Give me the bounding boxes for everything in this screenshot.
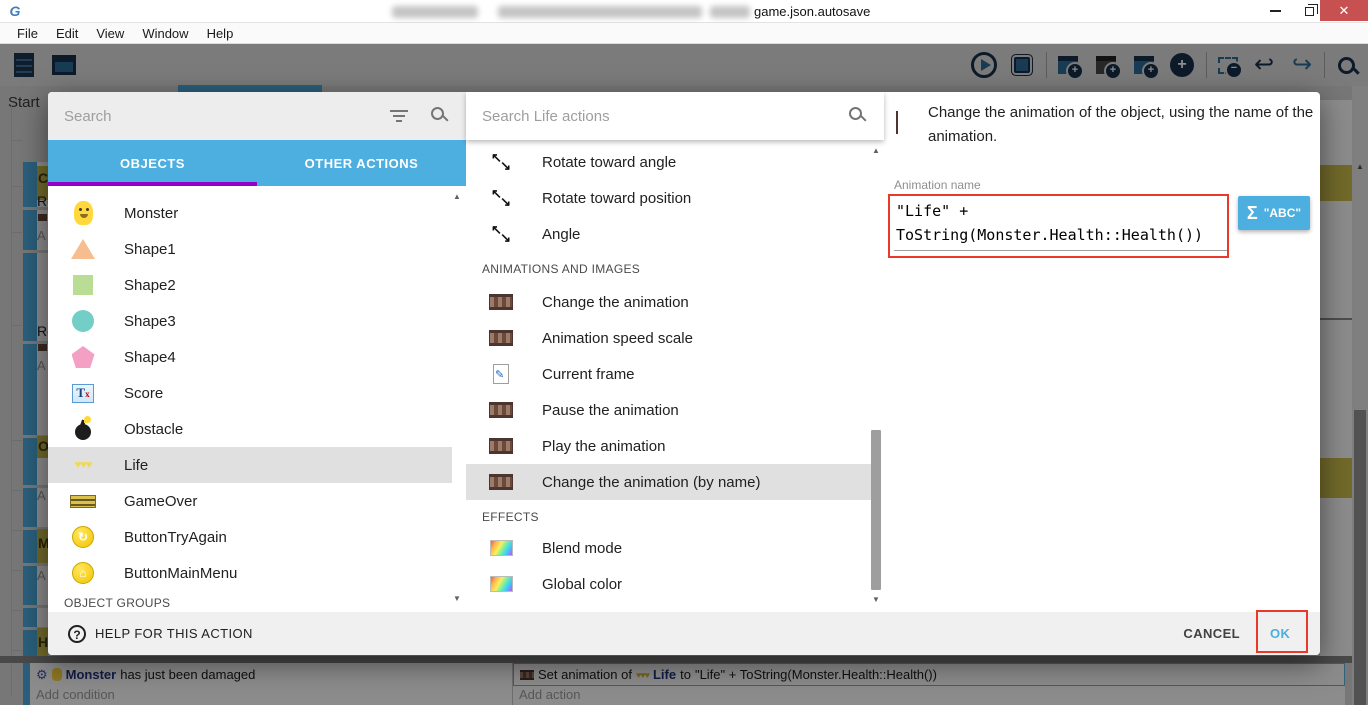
action-item-play-the-animation[interactable]: Play the animation (466, 428, 871, 464)
menu-bar: File Edit View Window Help (0, 23, 1368, 44)
action-item-global-color[interactable]: Global color (466, 566, 871, 602)
redacted-title-segment (392, 6, 478, 18)
object-item-gameover[interactable]: GameOver (48, 483, 452, 519)
search-icon (431, 107, 444, 120)
bomb-icon (75, 416, 91, 440)
banner-icon (70, 494, 96, 508)
gdevelop-window: G game.json.autosave ✕ File Edit View Wi… (0, 0, 1368, 705)
window-title: game.json.autosave (754, 4, 871, 19)
section-animations-and-images: ANIMATIONS AND IMAGES (482, 262, 641, 276)
triangle-icon (71, 239, 95, 259)
object-item-shape2[interactable]: Shape2 (48, 267, 452, 303)
action-description: Change the animation of the object, usin… (928, 104, 1314, 145)
frame-icon (493, 364, 509, 384)
object-item-shape4[interactable]: Shape4 (48, 339, 452, 375)
menu-view[interactable]: View (87, 26, 133, 41)
scroll-up-icon[interactable]: ▲ (869, 146, 883, 155)
pentagon-icon (71, 346, 95, 368)
action-item-pause-the-animation[interactable]: Pause the animation (466, 392, 871, 428)
square-icon (73, 275, 93, 295)
monster-icon (73, 201, 93, 225)
restore-icon (1304, 4, 1318, 16)
search-icon (849, 107, 862, 120)
tab-other-actions[interactable]: OTHER ACTIONS (257, 140, 466, 186)
action-search-bar (466, 92, 884, 140)
object-tabs: OBJECTS OTHER ACTIONS (48, 140, 466, 186)
cancel-button[interactable]: CANCEL (1183, 612, 1240, 655)
menu-file[interactable]: File (8, 26, 47, 41)
dialog-footer: ? HELP FOR THIS ACTION CANCEL OK (48, 612, 1320, 655)
expression-editor-button[interactable]: Σ "ABC" (1238, 196, 1310, 230)
film-icon (489, 474, 513, 490)
animation-name-value-line1[interactable]: "Life" + (896, 202, 968, 220)
rotate-icon: ↖ ↘ (491, 150, 511, 173)
action-item-blend-mode[interactable]: Blend mode (466, 530, 871, 566)
film-icon (896, 111, 898, 134)
rotate-icon: ↖ ↘ (491, 186, 511, 209)
scroll-up-icon[interactable]: ▲ (450, 192, 464, 201)
redacted-title-segment (498, 6, 702, 18)
object-item-life[interactable]: ♥♥♥ Life (48, 447, 452, 483)
minimize-button[interactable] (1258, 0, 1292, 21)
action-item-current-frame[interactable]: Current frame (466, 356, 871, 392)
scrollbar-thumb[interactable] (871, 430, 881, 590)
filter-icon[interactable] (390, 110, 408, 122)
field-underline (894, 250, 1227, 251)
section-effects: EFFECTS (482, 510, 539, 524)
object-search-input[interactable] (64, 104, 364, 128)
action-search-input[interactable] (482, 104, 782, 128)
sigma-icon: Σ (1246, 202, 1258, 223)
film-icon (489, 330, 513, 346)
object-item-obstacle[interactable]: Obstacle (48, 411, 452, 447)
help-icon: ? (68, 624, 86, 643)
rainbow-icon (489, 576, 513, 592)
animation-name-value-line2[interactable]: ToString(Monster.Health::Health()) (896, 226, 1203, 244)
rainbow-icon (489, 540, 513, 556)
object-search-bar (48, 92, 466, 140)
action-item-change-the-animation[interactable]: Change the animation (466, 284, 871, 320)
object-item-shape1[interactable]: Shape1 (48, 231, 452, 267)
film-icon (489, 438, 513, 454)
object-groups-header: OBJECT GROUPS (64, 596, 171, 610)
action-item-angle[interactable]: ↖ ↘ Angle (466, 216, 871, 252)
ok-button[interactable]: OK (1270, 612, 1290, 655)
title-bar: G game.json.autosave ✕ (0, 0, 1368, 23)
rotate-icon: ↖ ↘ (491, 222, 511, 245)
menu-help[interactable]: Help (198, 26, 243, 41)
action-editor-dialog: OBJECTS OTHER ACTIONS Monster Shape1 Sha… (48, 92, 1320, 655)
retry-button-icon: ↻ (72, 526, 94, 548)
action-item-animation-speed-scale[interactable]: Animation speed scale (466, 320, 871, 356)
close-button[interactable]: ✕ (1320, 0, 1368, 21)
scroll-down-icon[interactable]: ▼ (869, 595, 883, 604)
text-object-icon: Tx (72, 383, 94, 403)
film-icon (489, 402, 513, 418)
menu-window[interactable]: Window (133, 26, 197, 41)
object-item-shape3[interactable]: Shape3 (48, 303, 452, 339)
hearts-icon: ♥♥♥ (74, 459, 93, 471)
object-item-buttontryagain[interactable]: ↻ ButtonTryAgain (48, 519, 452, 555)
object-item-score[interactable]: Tx Score (48, 375, 452, 411)
circle-icon (72, 310, 94, 332)
home-button-icon: ⌂ (72, 562, 94, 584)
action-item-rotate-toward-position[interactable]: ↖ ↘ Rotate toward position (466, 180, 871, 216)
action-item-rotate-toward-angle[interactable]: ↖ ↘ Rotate toward angle (466, 144, 871, 180)
object-item-buttonmainmenu[interactable]: ⌂ ButtonMainMenu (48, 555, 452, 591)
help-link[interactable]: ? HELP FOR THIS ACTION (68, 612, 253, 655)
redacted-title-segment (710, 6, 750, 18)
animation-name-label: Animation name (894, 178, 981, 192)
gdevelop-logo: G (9, 3, 21, 19)
menu-edit[interactable]: Edit (47, 26, 87, 41)
action-item-change-the-animation-by-name[interactable]: Change the animation (by name) (466, 464, 871, 500)
tab-objects[interactable]: OBJECTS (48, 140, 257, 186)
active-tab-indicator (48, 182, 257, 186)
object-item-monster[interactable]: Monster (48, 195, 452, 231)
scroll-down-icon[interactable]: ▼ (450, 594, 464, 603)
film-icon (489, 294, 513, 310)
